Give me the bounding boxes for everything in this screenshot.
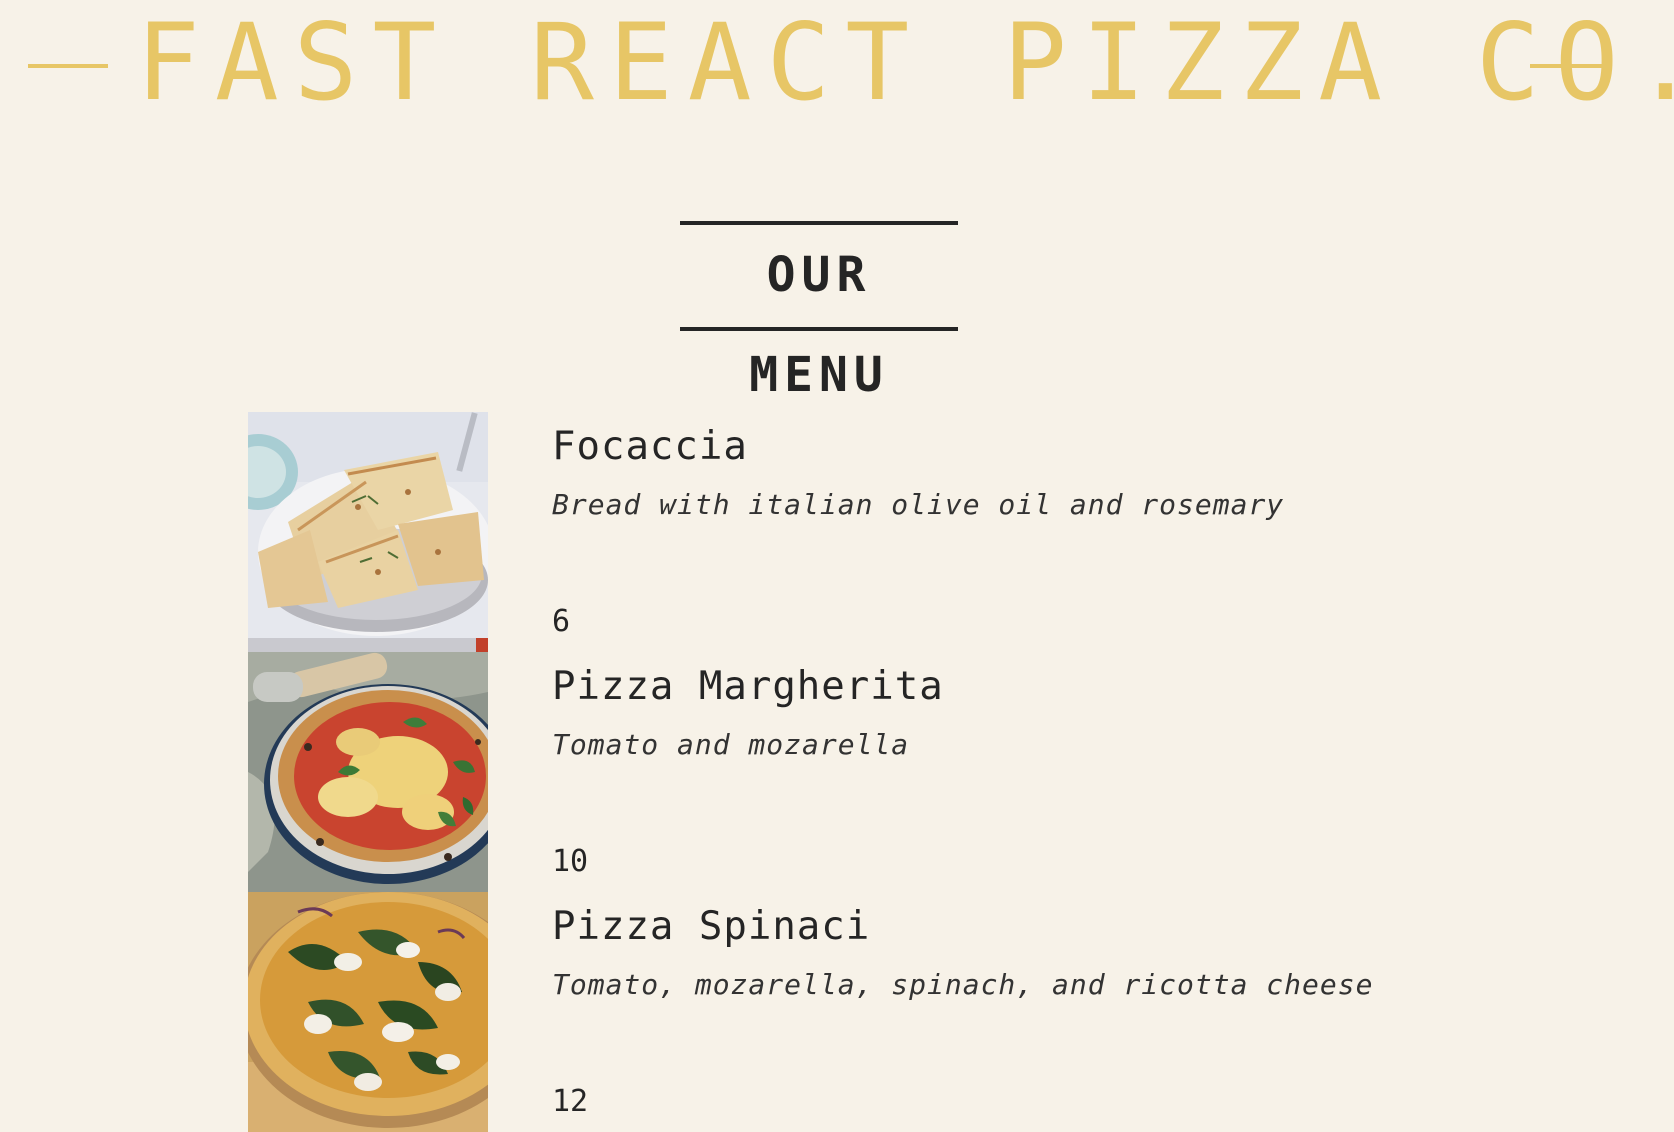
item-name: Focaccia [552,424,748,469]
pizza-margherita-photo [248,652,488,892]
item-price: 6 [552,604,571,639]
menu-list: Focaccia Bread with italian olive oil an… [248,412,1448,1132]
pizza-spinaci-photo [248,892,488,1132]
header-rule-right [1530,64,1610,68]
item-name: Pizza Spinaci [552,904,871,949]
site-header: FAST REACT PIZZA CO. [0,8,1674,118]
brand-title: FAST REACT PIZZA CO. [136,1,1674,124]
item-description: Tomato, mozarella, spinach, and ricotta … [552,968,1374,1001]
menu-item-focaccia: Focaccia Bread with italian olive oil an… [248,412,1448,652]
menu-heading: OUR MENU [680,221,958,403]
item-price: 12 [552,1084,589,1119]
item-description: Bread with italian olive oil and rosemar… [552,488,1285,521]
focaccia-photo [248,412,488,652]
item-name: Pizza Margherita [552,664,944,709]
menu-item-pizza-spinaci: Pizza Spinaci Tomato, mozarella, spinach… [248,892,1448,1132]
header-rule-left [28,64,108,68]
menu-item-pizza-margherita: Pizza Margherita Tomato and mozarella 10 [248,652,1448,892]
item-price: 10 [552,844,589,879]
item-description: Tomato and mozarella [552,728,910,761]
menu-title: OUR MENU [749,247,889,403]
page: FAST REACT PIZZA CO. OUR MENU Focaccia B… [0,0,1674,1132]
